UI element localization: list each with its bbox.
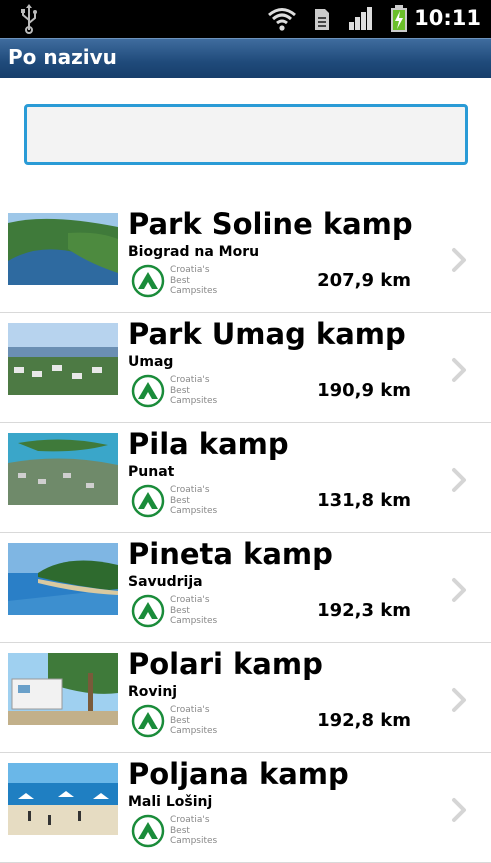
campsite-location: Umag — [128, 354, 174, 370]
status-time: 10:11 — [414, 6, 481, 30]
campsite-thumbnail — [8, 543, 118, 615]
best-campsites-badge: Croatia's Best Campsites — [130, 373, 220, 409]
badge-line: Campsites — [170, 726, 218, 736]
campsite-row[interactable]: Park Soline kamp Biograd na Moru Croatia… — [0, 203, 491, 313]
badge-line: Best — [170, 275, 190, 286]
search-input[interactable] — [24, 104, 468, 165]
page-title: Po nazivu — [8, 45, 117, 69]
best-campsites-logo-icon — [131, 374, 165, 408]
best-campsites-logo-icon — [131, 264, 165, 298]
search-area — [0, 78, 491, 198]
chevron-right-icon — [452, 578, 466, 602]
campsite-location: Rovinj — [128, 684, 178, 700]
best-campsites-badge: Croatia's Best Campsites — [130, 703, 220, 739]
badge-line: Campsites — [170, 506, 218, 516]
badge-line: Campsites — [170, 396, 218, 406]
campsite-thumbnail — [8, 763, 118, 835]
best-campsites-badge: Croatia's Best Campsites — [130, 263, 220, 299]
title-bar: Po nazivu — [0, 38, 491, 78]
campsite-name: Pila kamp — [128, 427, 289, 461]
campsite-row[interactable]: Pineta kamp Savudrija Croatia's Best Cam… — [0, 533, 491, 643]
best-campsites-badge: Croatia's Best Campsites — [130, 813, 220, 849]
best-campsites-text: Croatia's Best Campsites — [170, 375, 217, 407]
campsite-row[interactable]: Pila kamp Punat Croatia's Best Campsites… — [0, 423, 491, 533]
campsite-name: Park Umag kamp — [128, 317, 406, 351]
badge-line: Best — [170, 715, 190, 726]
campsite-thumbnail — [8, 213, 118, 285]
badge-line: Croatia's — [170, 595, 210, 605]
campsite-distance: 192,3 km — [317, 600, 411, 621]
campsite-distance: 190,9 km — [317, 380, 411, 401]
badge-line: Campsites — [170, 836, 218, 846]
badge-line: Best — [170, 495, 190, 506]
campsite-row[interactable]: Polari kamp Rovinj Croatia's Best Campsi… — [0, 643, 491, 753]
campsite-name: Poljana kamp — [128, 757, 349, 791]
campsite-location: Mali Lošinj — [128, 794, 213, 810]
battery-charging-icon — [391, 5, 407, 32]
campsite-row[interactable]: Poljana kamp Mali Lošinj Croatia's Best … — [0, 753, 491, 863]
campsite-name: Park Soline kamp — [128, 207, 413, 241]
badge-line: Croatia's — [170, 375, 210, 385]
badge-line: Campsites — [170, 286, 218, 296]
campsite-location: Savudrija — [128, 574, 203, 590]
campsite-list[interactable]: Park Soline kamp Biograd na Moru Croatia… — [0, 203, 491, 863]
best-campsites-badge: Croatia's Best Campsites — [130, 483, 220, 519]
best-campsites-badge: Croatia's Best Campsites — [130, 593, 220, 629]
campsite-distance: 207,9 km — [317, 270, 411, 291]
campsite-name: Pineta kamp — [128, 537, 333, 571]
sd-card-icon — [315, 9, 329, 30]
campsite-name: Polari kamp — [128, 647, 323, 681]
best-campsites-text: Croatia's Best Campsites — [170, 485, 217, 517]
badge-line: Croatia's — [170, 815, 210, 825]
best-campsites-logo-icon — [131, 594, 165, 628]
wifi-icon — [268, 8, 296, 31]
best-campsites-logo-icon — [131, 704, 165, 738]
chevron-right-icon — [452, 248, 466, 272]
chevron-right-icon — [452, 798, 466, 822]
campsite-location: Punat — [128, 464, 175, 480]
campsite-distance: 192,8 km — [317, 710, 411, 731]
badge-line: Croatia's — [170, 705, 210, 715]
best-campsites-logo-icon — [131, 484, 165, 518]
status-bar: 10:11 — [0, 0, 491, 38]
best-campsites-logo-icon — [131, 814, 165, 848]
badge-line: Best — [170, 825, 190, 836]
campsite-distance: 131,8 km — [317, 490, 411, 511]
badge-line: Campsites — [170, 616, 218, 626]
best-campsites-text: Croatia's Best Campsites — [170, 595, 217, 627]
best-campsites-text: Croatia's Best Campsites — [170, 705, 217, 737]
campsite-row[interactable]: Park Umag kamp Umag Croatia's Best Camps… — [0, 313, 491, 423]
badge-line: Croatia's — [170, 265, 210, 275]
chevron-right-icon — [452, 468, 466, 492]
campsite-location: Biograd na Moru — [128, 244, 260, 260]
badge-line: Best — [170, 605, 190, 616]
badge-line: Best — [170, 385, 190, 396]
best-campsites-text: Croatia's Best Campsites — [170, 265, 217, 297]
campsite-thumbnail — [8, 323, 118, 395]
campsite-thumbnail — [8, 653, 118, 725]
usb-icon — [21, 4, 37, 34]
chevron-right-icon — [452, 688, 466, 712]
best-campsites-text: Croatia's Best Campsites — [170, 815, 217, 847]
signal-icon — [349, 7, 372, 30]
chevron-right-icon — [452, 358, 466, 382]
badge-line: Croatia's — [170, 485, 210, 495]
campsite-thumbnail — [8, 433, 118, 505]
